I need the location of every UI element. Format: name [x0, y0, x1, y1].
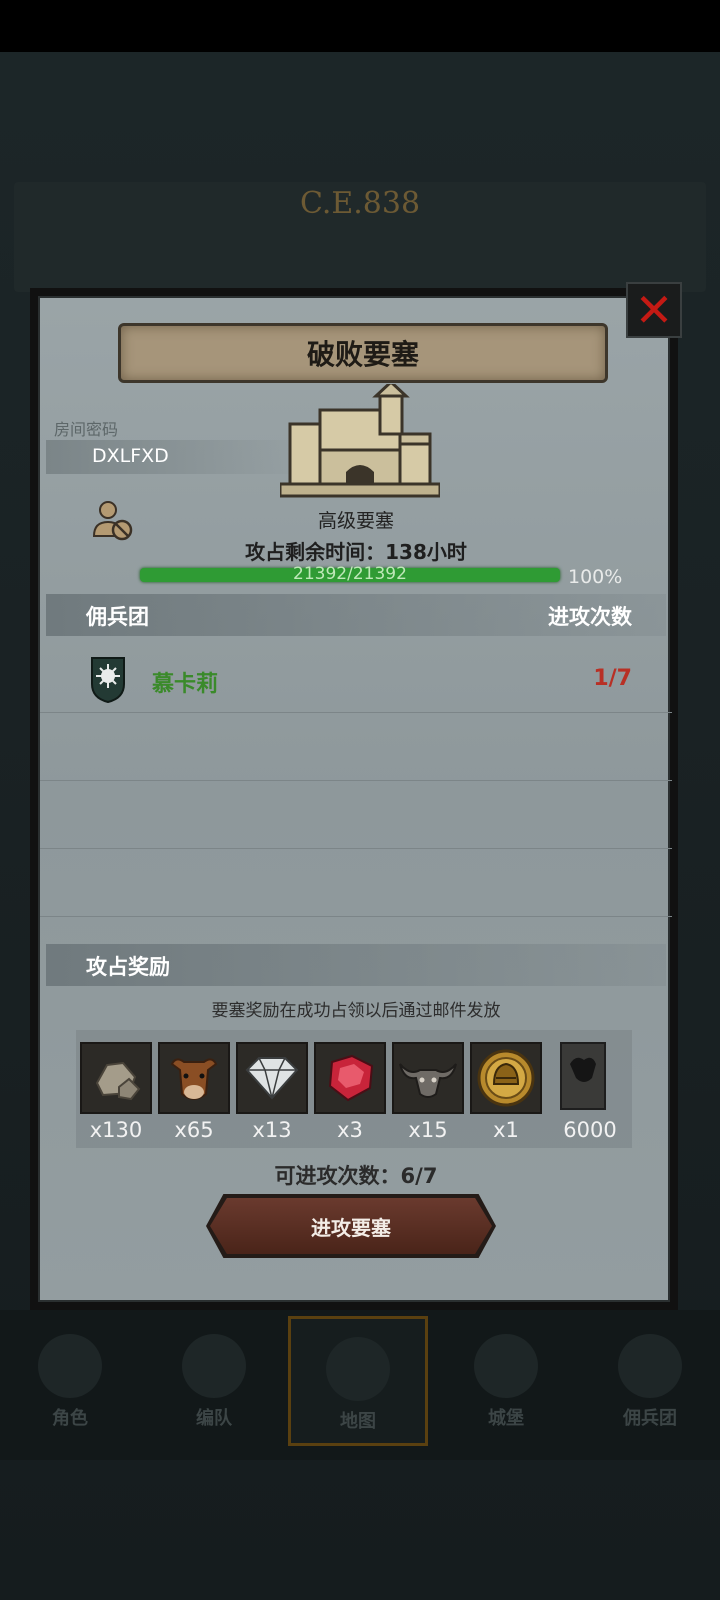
empty-row: [40, 712, 672, 781]
nav-label: 编队: [196, 1408, 232, 1429]
reward-stone[interactable]: [80, 1042, 152, 1114]
era-label: C.E.838: [299, 186, 421, 221]
fortress-hp-text: 21392/21392: [293, 564, 407, 584]
fortress-hp-percent: 100%: [568, 566, 623, 588]
nav-label: 佣兵团: [623, 1408, 677, 1429]
nav-guild[interactable]: 佣兵团: [580, 1316, 720, 1446]
title-banner: 破败要塞: [118, 323, 608, 383]
guild-icon: [618, 1334, 682, 1398]
reward-qty: x65: [174, 1118, 214, 1142]
reward-qty: x3: [337, 1118, 363, 1142]
empty-row: [40, 780, 672, 849]
diamond-icon: [245, 1057, 299, 1100]
banner-graphic: [570, 1057, 596, 1082]
reward-bull-skull[interactable]: [392, 1042, 464, 1114]
empty-row: [40, 848, 672, 917]
character-icon: [38, 1334, 102, 1398]
room-password-label: 房间密码: [54, 420, 119, 439]
reward-qty: x13: [252, 1118, 292, 1142]
attack-fortress-button[interactable]: 进攻要塞: [210, 1198, 492, 1254]
dialog-panel: 破败要塞 房间密码 DXLFXD 高级要塞 攻占剩余时间：138小时 21392…: [38, 296, 672, 1302]
fortress-dialog: 破败要塞 房间密码 DXLFXD 高级要塞 攻占剩余时间：138小时 21392…: [30, 282, 682, 1310]
available-attacks: 可进攻次数：6/7: [274, 1164, 438, 1188]
room-code: DXLFXD: [92, 445, 169, 467]
stone-icon: [95, 1061, 141, 1101]
bull-skull-icon: [399, 1063, 457, 1098]
nav-map[interactable]: 地图: [288, 1316, 428, 1446]
guild-emblem-icon: [91, 657, 125, 704]
fortress-name: 高级要塞: [317, 510, 394, 532]
reward-qty: 6000: [563, 1118, 617, 1142]
guild-column-label: 佣兵团: [86, 605, 149, 629]
nav-castle[interactable]: 城堡: [436, 1316, 576, 1446]
nav-label: 城堡: [488, 1408, 524, 1429]
reward-ruby[interactable]: [314, 1042, 386, 1114]
table-row[interactable]: 慕卡莉 1/7: [40, 650, 672, 713]
reward-diamond[interactable]: [236, 1042, 308, 1114]
formation-icon: [182, 1334, 246, 1398]
guild-attacks: 1/7: [593, 666, 632, 691]
guild-name: 慕卡莉: [152, 672, 219, 697]
helmet-coin-icon: [477, 1049, 535, 1107]
reward-qty: x130: [89, 1118, 143, 1142]
attack-button-label: 进攻要塞: [311, 1215, 391, 1240]
nav-character[interactable]: 角色: [0, 1316, 140, 1446]
close-icon: ✕: [634, 283, 674, 337]
ruby-icon: [328, 1054, 374, 1102]
nav-formation[interactable]: 编队: [144, 1316, 284, 1446]
reward-qty: x1: [493, 1118, 519, 1142]
reward-ox[interactable]: [158, 1042, 230, 1114]
attack-count-column-label: 进攻次数: [548, 605, 632, 629]
remaining-time: 攻占剩余时间：138小时: [245, 540, 467, 564]
nav-label: 角色: [52, 1408, 88, 1429]
ox-icon: [170, 1058, 218, 1100]
castle-nav-icon: [474, 1334, 538, 1398]
close-button[interactable]: ✕: [626, 282, 682, 338]
map-icon: [326, 1337, 390, 1401]
dialog-title: 破败要塞: [306, 338, 419, 371]
room-code-bar: [46, 440, 306, 474]
reward-qty: x15: [408, 1118, 448, 1142]
reward-section-title: 攻占奖励: [86, 955, 170, 979]
banner-icon[interactable]: [560, 1042, 606, 1110]
reward-helmet-coin[interactable]: [470, 1042, 542, 1114]
nav-label: 地图: [340, 1411, 376, 1432]
status-bar: [0, 0, 720, 52]
reward-note: 要塞奖励在成功占领以后通过邮件发放: [211, 1001, 501, 1021]
fortress-icon: [280, 384, 440, 498]
